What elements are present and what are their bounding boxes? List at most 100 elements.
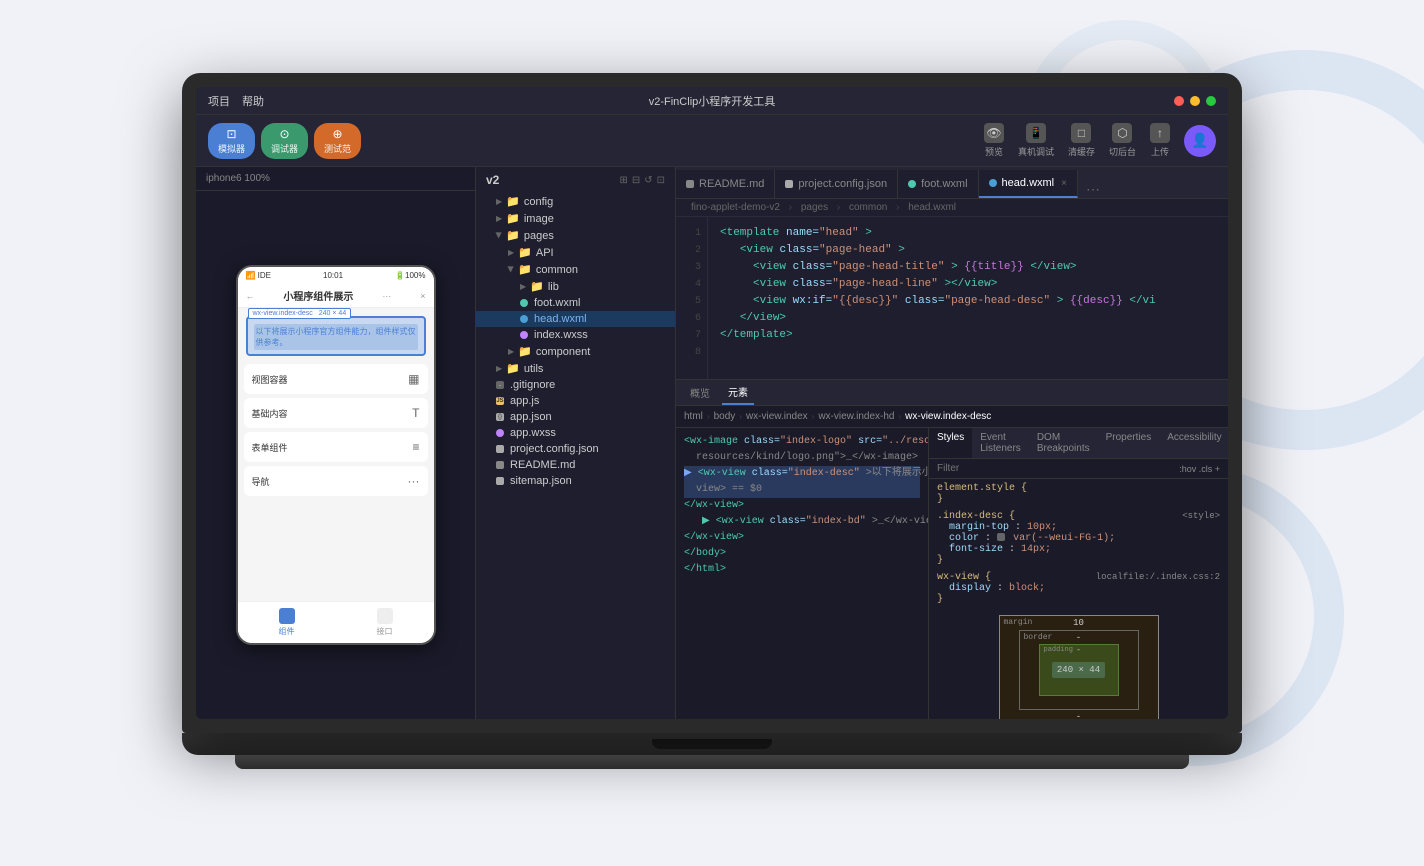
elem-crumb-wx-view-index[interactable]: wx-view.index [746,411,808,422]
file-item-api[interactable]: ▶ 📁 API [476,244,675,261]
css-prop-color: color : var(--weui-FG-1); [937,533,1220,544]
maximize-button[interactable] [1206,96,1216,106]
properties-tab[interactable]: Properties [1098,428,1160,458]
filter-pseudo-btns[interactable]: :hov .cls + [1179,464,1220,474]
phone-status-bar: 📶 IDE 10:01 🔋100% [238,267,434,284]
phone-list-form[interactable]: 表单组件 ≡ [244,432,428,462]
tab-project-config[interactable]: project.config.json [775,170,898,198]
file-item-app-json[interactable]: {} app.json [476,409,675,425]
menu-project[interactable]: 项目 [208,93,230,109]
minimize-button[interactable] [1190,96,1200,106]
phone-tab-interface[interactable]: 接口 [377,608,393,637]
file-name: app.js [510,395,539,407]
debugger-btn[interactable]: ⊙ 调试器 [261,123,308,159]
file-item-lib[interactable]: ▶ 📁 lib [476,278,675,295]
snapshot-btn[interactable]: □ 清缓存 [1068,123,1095,158]
simulator-panel: iphone6 100% 📶 IDE 10:01 🔋100% ← [196,167,476,719]
file-item-gitignore[interactable]: . .gitignore [476,377,675,393]
new-file-btn[interactable]: ⊞ [619,175,627,186]
interface-tab-label: 接口 [377,626,393,637]
file-item-app-wxss[interactable]: app.wxss [476,425,675,441]
code-content[interactable]: <template name="head" > <view class="pag… [708,217,1228,379]
devtool-tab-overview[interactable]: 概览 [684,380,716,405]
tabs-more-btn[interactable]: ⋯ [1078,181,1108,198]
file-item-config[interactable]: ▶ 📁 config [476,193,675,210]
file-name: API [536,247,554,259]
new-folder-btn[interactable]: ⊟ [632,175,640,186]
file-item-common[interactable]: ▶ 📁 common [476,261,675,278]
css-prop-name-3: font-size [949,544,1003,555]
devtools-panel: 概览 元素 html › body › wx-view.index › [676,379,1228,719]
file-item-sitemap[interactable]: sitemap.json [476,473,675,489]
elem-crumb-wx-view-hd[interactable]: wx-view.index-hd [818,411,894,422]
elem-crumb-wx-view-desc[interactable]: wx-view.index-desc [905,411,991,422]
dom-line-7: </wx-view> [684,530,920,546]
upload-btn[interactable]: ↑ 上传 [1150,123,1170,158]
file-name: pages [524,230,554,242]
accessibility-tab[interactable]: Accessibility [1159,428,1228,458]
menu-help[interactable]: 帮助 [242,93,264,109]
devtool-tab-elements[interactable]: 元素 [722,380,754,405]
toolbar-left: ⊡ 模拟器 ⊙ 调试器 ⊕ 测试范 [208,123,361,159]
css-prop-value: 10px; [1027,522,1057,533]
phone-list-nav[interactable]: 导航 ··· [244,466,428,496]
line-num-5: 5 [676,293,707,310]
file-item-project-config[interactable]: project.config.json [476,441,675,457]
css-filter-input[interactable] [937,463,1173,474]
dom-attr2: src= [858,436,882,447]
components-tab-icon [279,608,295,624]
value2: "page-head-desc" [944,295,1050,307]
editor-tabs: README.md project.config.json foot.wxml [676,167,1228,199]
preview-btn[interactable]: 👁 预览 [984,123,1004,158]
file-item-app-js[interactable]: JS app.js [476,393,675,409]
file-item-image[interactable]: ▶ 📁 image [476,210,675,227]
css-source-style: <style> [1182,511,1220,522]
phone-nav-back: ← [246,291,255,301]
tab-foot-wxml[interactable]: foot.wxml [898,170,978,198]
real-device-label: 真机调试 [1018,145,1054,158]
file-item-readme[interactable]: README.md [476,457,675,473]
real-device-btn[interactable]: 📱 真机调试 [1018,123,1054,158]
tab-readme[interactable]: README.md [676,170,775,198]
refresh-btn[interactable]: ↺ [644,175,652,186]
file-item-index-wxss[interactable]: index.wxss [476,327,675,343]
file-item-foot-wxml[interactable]: foot.wxml [476,295,675,311]
md-tab-icon [686,180,694,188]
file-item-pages[interactable]: ▶ 📁 pages [476,227,675,244]
phone-tab-components[interactable]: 组件 [279,608,295,637]
folder-icon: 📁 [506,212,520,225]
file-item-utils[interactable]: ▶ 📁 utils [476,360,675,377]
window-controls [1174,96,1216,106]
css-selector-row: .index-desc { <style> [937,511,1220,522]
phone-list-view-container[interactable]: 视图容器 ▦ [244,364,428,394]
close-tag: </view> [1030,261,1076,273]
styles-panel: Styles Event Listeners DOM Breakpoints P… [928,428,1228,719]
attr-name: name= [786,227,819,239]
styles-tab[interactable]: Styles [929,428,972,458]
folder-icon: 📁 [506,362,520,375]
tab-head-wxml[interactable]: head.wxml × [979,170,1078,198]
file-item-component[interactable]: ▶ 📁 component [476,343,675,360]
components-tab-label: 组件 [279,626,295,637]
dom-selected-tag: <wx-view [698,468,746,479]
tab-close-btn[interactable]: × [1061,178,1067,189]
code-editor: 1 2 3 4 5 6 7 8 <templa [676,217,1228,379]
collapse-btn[interactable]: ⊡ [657,175,665,186]
dom-breakpoints-tab[interactable]: DOM Breakpoints [1029,428,1098,458]
elem-crumb-html[interactable]: html [684,411,703,422]
dom-line-3[interactable]: ▶ <wx-view class="index-desc" >以下将展示小程序官… [684,466,920,482]
phone-list-basic-content[interactable]: 基础内容 T [244,398,428,428]
file-item-head-wxml[interactable]: head.wxml [476,311,675,327]
devtools-content: <wx-image class="index-logo" src="../res… [676,428,1228,719]
simulator-btn[interactable]: ⊡ 模拟器 [208,123,255,159]
file-name: project.config.json [510,443,599,455]
event-listeners-tab[interactable]: Event Listeners [972,428,1029,458]
folder-icon: 📁 [506,229,520,242]
elem-crumb-body[interactable]: body [714,411,736,422]
code-line-6: </view> [720,310,1216,327]
line-num-6: 6 [676,310,707,327]
close-button[interactable] [1174,96,1184,106]
test-btn[interactable]: ⊕ 测试范 [314,123,361,159]
cut-btn[interactable]: ⬡ 切后台 [1109,123,1136,158]
user-avatar[interactable]: 👤 [1184,125,1216,157]
